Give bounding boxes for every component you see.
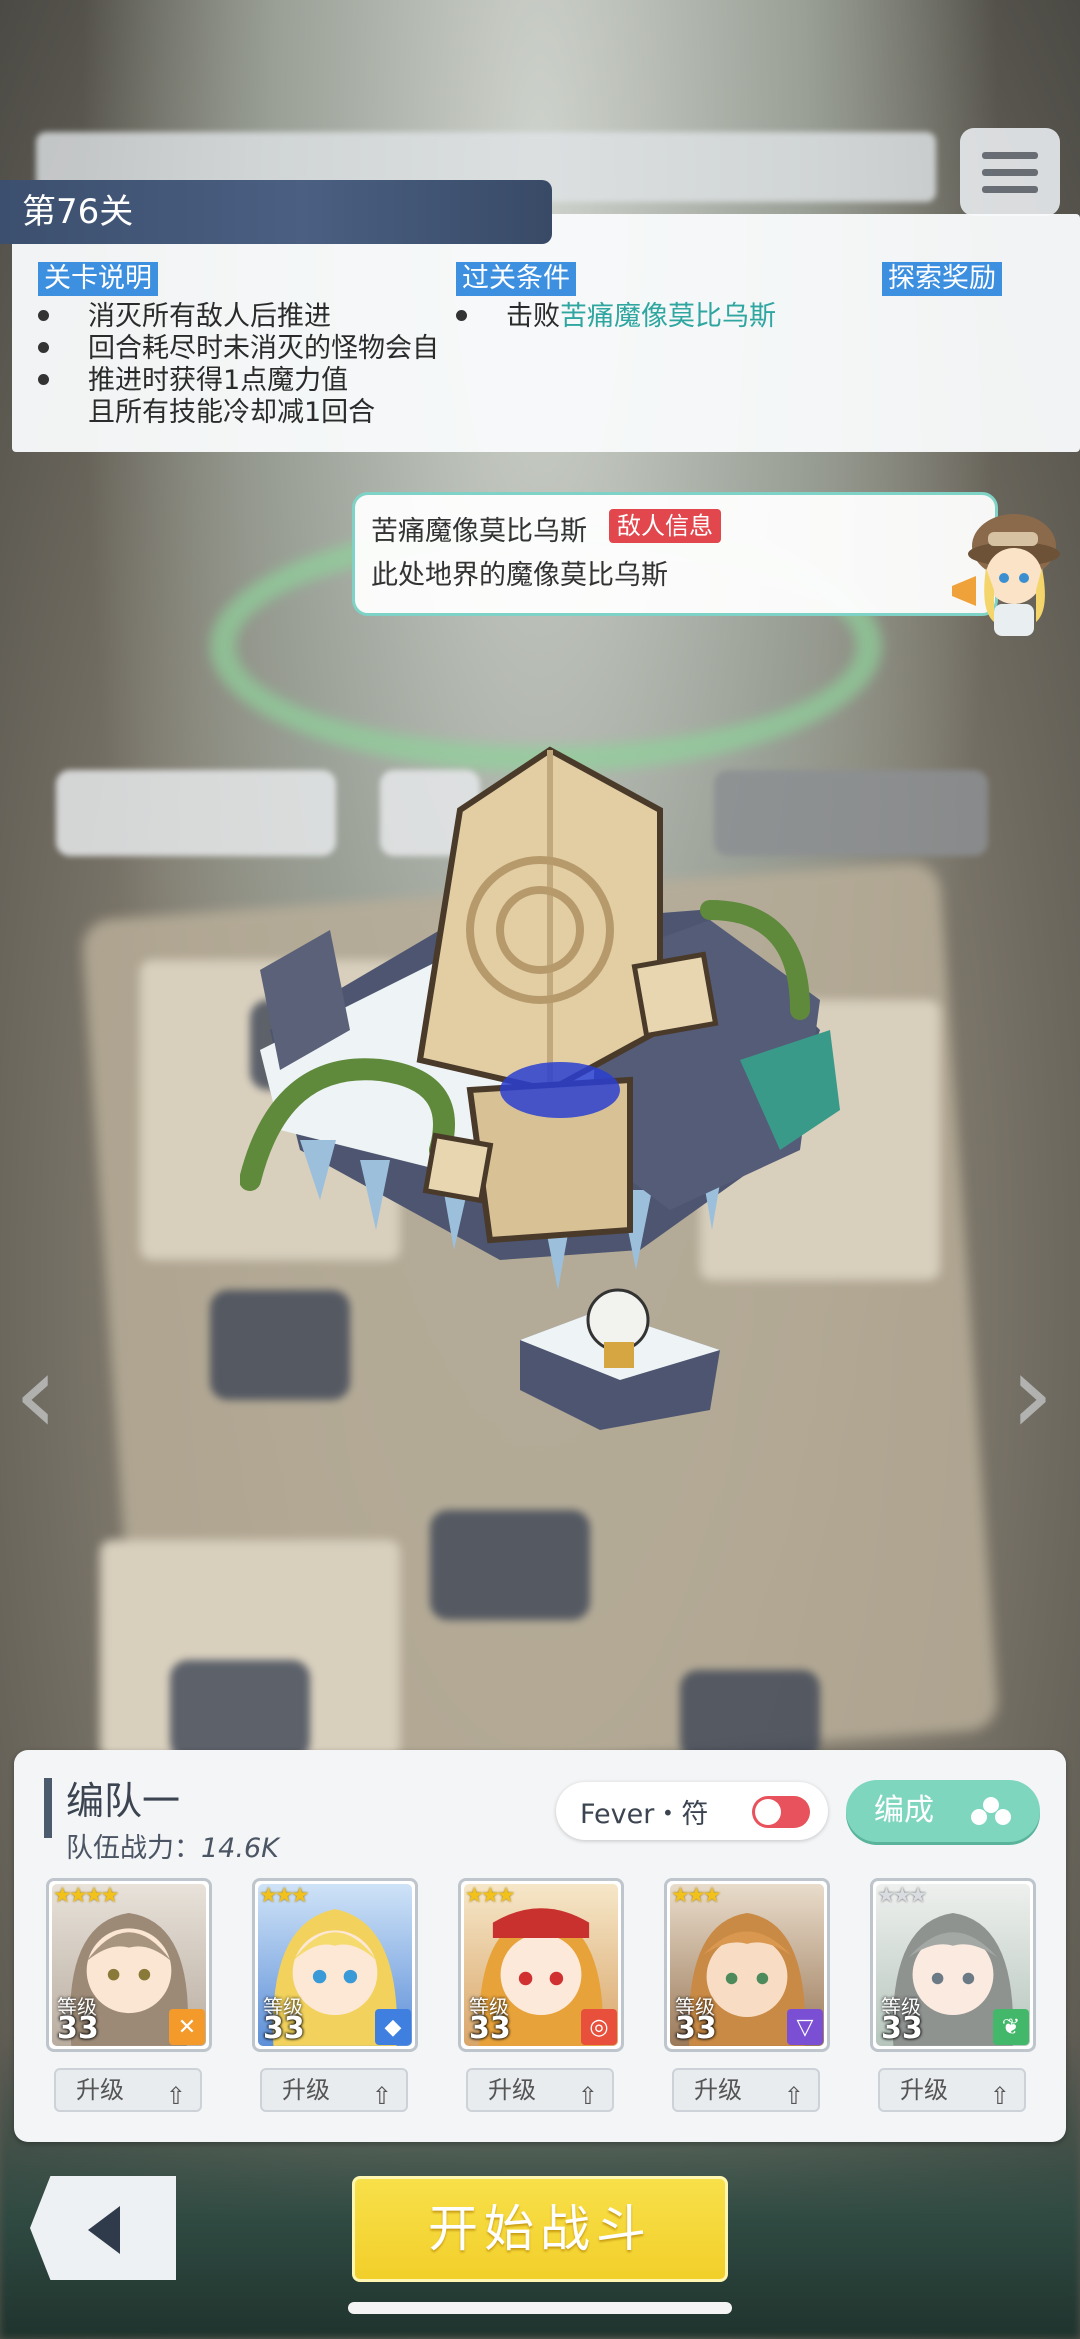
triangle-icon: ▽	[787, 2009, 823, 2045]
fever-toggle[interactable]: Fever・符	[556, 1782, 828, 1840]
stage-node-rock	[680, 1670, 820, 1760]
toggle-switch-icon[interactable]	[752, 1796, 810, 1828]
stage-node-rock	[170, 1660, 310, 1760]
home-indicator[interactable]	[348, 2302, 732, 2314]
arrow-up-icon: ⇧	[783, 2082, 804, 2110]
character-level: 33	[675, 2011, 717, 2046]
upgrade-button[interactable]: 升级 ⇧	[672, 2068, 820, 2112]
team-name[interactable]: 编队一	[66, 1770, 180, 1825]
character-level: 33	[57, 2011, 99, 2046]
enemy-info-tooltip[interactable]: 苦痛魔像莫比乌斯 敌人信息 此处地界的魔像莫比乌斯	[352, 492, 998, 616]
team-power-value: 14.6K	[201, 1833, 279, 1864]
enemy-description: 此处地界的魔像莫比乌斯	[371, 560, 668, 591]
upgrade-button[interactable]: 升级 ⇧	[260, 2068, 408, 2112]
clear-prefix: 击败	[506, 301, 560, 332]
upgrade-label: 升级	[694, 2076, 742, 2104]
star-rating: ★★★	[877, 1883, 928, 1907]
next-stage-arrow[interactable]: ›	[1010, 1330, 1054, 1458]
arrow-up-icon: ⇧	[371, 2082, 392, 2110]
stage-desc-line: 且所有技能冷却减1回合	[88, 397, 376, 428]
menu-button[interactable]	[960, 128, 1060, 216]
enemy-info-badge[interactable]: 敌人信息	[609, 509, 721, 543]
guide-character-avatar	[952, 514, 1060, 636]
formation-button[interactable]: 编成	[846, 1780, 1040, 1842]
explore-reward-label[interactable]: 探索奖励	[882, 262, 1002, 296]
clear-condition-label: 过关条件	[456, 262, 576, 296]
upgrade-button[interactable]: 升级 ⇧	[466, 2068, 614, 2112]
arrow-up-icon: ⇧	[165, 2082, 186, 2110]
start-battle-button[interactable]: 开始战斗	[352, 2176, 728, 2282]
stage-description-label: 关卡说明	[38, 262, 158, 296]
bullet	[38, 342, 49, 353]
stage-title: 第76关	[0, 180, 552, 244]
character-card[interactable]: ★★★ 等级 33 ❦	[870, 1878, 1036, 2052]
star-rating: ★★★	[259, 1883, 310, 1907]
character-card[interactable]: ★★★★ 等级 33 ✕	[46, 1878, 212, 2052]
character-level: 33	[469, 2011, 511, 2046]
character-level: 33	[881, 2011, 923, 2046]
upgrade-label: 升级	[282, 2076, 330, 2104]
clear-condition-text: 击败苦痛魔像莫比乌斯	[506, 294, 776, 333]
bullet	[38, 374, 49, 385]
enemy-name: 苦痛魔像莫比乌斯	[371, 516, 587, 547]
clouds-icon	[971, 1797, 1011, 1825]
formation-label: 编成	[874, 1793, 934, 1828]
team-panel: 编队一 队伍战力：14.6K Fever・符 编成 ★★★★ 等级 33 ✕ 升…	[14, 1750, 1066, 2142]
character-card[interactable]: ★★★ 等级 33 ◎	[458, 1878, 624, 2052]
upgrade-label: 升级	[76, 2076, 124, 2104]
upgrade-button[interactable]: 升级 ⇧	[54, 2068, 202, 2112]
target-icon: ◎	[581, 2009, 617, 2045]
stage-node-rock	[430, 1510, 590, 1620]
cross-icon: ✕	[169, 2009, 205, 2045]
arrow-up-icon: ⇧	[577, 2082, 598, 2110]
arrow-up-icon: ⇧	[989, 2082, 1010, 2110]
back-button[interactable]	[30, 2176, 176, 2280]
bullet	[456, 310, 467, 321]
team-power: 队伍战力：14.6K	[66, 1826, 279, 1865]
boss-golem-island[interactable]	[240, 730, 840, 1470]
upgrade-button[interactable]: 升级 ⇧	[878, 2068, 1026, 2112]
leaf-icon: ❦	[993, 2009, 1029, 2045]
stage-info-panel: 关卡说明 消灭所有敌人后推进 回合耗尽时未消灭的怪物会自 推进时获得1点魔力值 …	[12, 214, 1080, 452]
star-rating: ★★★	[465, 1883, 516, 1907]
bullet	[38, 310, 49, 321]
character-card[interactable]: ★★★ 等级 33 ▽	[664, 1878, 830, 2052]
team-power-label: 队伍战力：	[66, 1833, 201, 1864]
upgrade-label: 升级	[488, 2076, 536, 2104]
team-accent-bar	[44, 1778, 52, 1838]
fever-label: Fever・符	[580, 1798, 709, 1830]
menu-icon-line	[982, 151, 1038, 159]
upgrade-label: 升级	[900, 2076, 948, 2104]
star-rating: ★★★★	[53, 1883, 119, 1907]
clear-target: 苦痛魔像莫比乌斯	[560, 301, 776, 332]
menu-icon-line	[982, 168, 1038, 176]
star-rating: ★★★	[671, 1883, 722, 1907]
prev-stage-arrow[interactable]: ‹	[14, 1330, 58, 1458]
back-arrow-icon	[88, 2206, 120, 2254]
character-card[interactable]: ★★★ 等级 33 ◆	[252, 1878, 418, 2052]
diamond-icon: ◆	[375, 2009, 411, 2045]
character-level: 33	[263, 2011, 305, 2046]
menu-icon-line	[982, 185, 1038, 193]
